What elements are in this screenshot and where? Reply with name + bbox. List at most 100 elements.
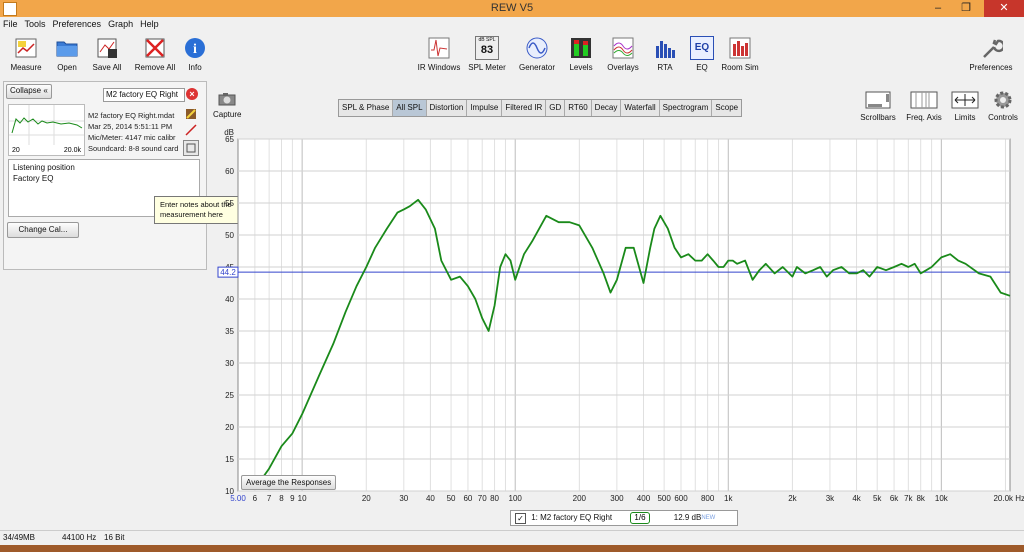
y-tick-label: 45 [225, 263, 234, 272]
scrollbars-button[interactable]: Scrollbars [858, 91, 898, 122]
freq-axis-icon [910, 91, 938, 109]
tab-scope[interactable]: Scope [712, 100, 741, 116]
average-responses-button[interactable]: Average the Responses [241, 475, 337, 490]
save-all-button[interactable]: Save All [90, 36, 124, 72]
levels-button[interactable]: Levels [566, 36, 596, 72]
folder-icon [55, 36, 79, 60]
ir-windows-button[interactable]: IR Windows [416, 36, 462, 72]
controls-label: Controls [988, 113, 1018, 122]
gear-icon [994, 91, 1012, 109]
change-cal-button[interactable]: Change Cal... [7, 222, 79, 238]
graph-tabs: SPL & Phase All SPL Distortion Impulse F… [338, 99, 743, 117]
menu-help[interactable]: Help [137, 17, 163, 29]
menu-file[interactable]: File [0, 17, 22, 29]
remove-icon [143, 36, 167, 60]
save-all-label: Save All [92, 63, 122, 72]
tab-distortion[interactable]: Distortion [427, 100, 468, 116]
tab-rt60[interactable]: RT60 [565, 100, 592, 116]
tab-decay[interactable]: Decay [592, 100, 622, 116]
tab-impulse[interactable]: Impulse [467, 100, 503, 116]
limits-button[interactable]: Limits [950, 91, 980, 122]
remove-measurement-icon[interactable]: × [186, 88, 198, 100]
capture-button[interactable]: Capture [213, 92, 241, 119]
controls-button[interactable]: Controls [986, 91, 1020, 122]
tab-waterfall[interactable]: Waterfall [621, 100, 660, 116]
tab-all-spl[interactable]: All SPL [393, 100, 427, 116]
open-label: Open [57, 63, 77, 72]
camera-icon [218, 92, 236, 106]
rta-label: RTA [657, 63, 673, 72]
scrollbars-label: Scrollbars [860, 113, 896, 122]
close-button[interactable]: ✕ [984, 0, 1024, 17]
thumbnail-max-label: 20.0k [64, 147, 82, 154]
measurement-mic: Mic/Meter: 4147 mic calibr [88, 133, 176, 142]
restore-button[interactable]: ❐ [952, 0, 980, 17]
y-tick-label: 10 [225, 487, 234, 496]
measure-button[interactable]: Measure [8, 36, 44, 72]
x-tick-label: 10 [298, 494, 307, 503]
line-style-icon[interactable] [185, 124, 197, 136]
preferences-label: Preferences [969, 63, 1013, 72]
legend-checkbox[interactable]: ✓ [515, 513, 526, 524]
freq-axis-button[interactable]: Freq. Axis [903, 91, 945, 122]
levels-label: Levels [569, 63, 593, 72]
tab-filtered-ir[interactable]: Filtered IR [502, 100, 547, 116]
x-tick-label: 4k [852, 494, 861, 503]
menu-bar: File Tools Preferences Graph Help [0, 17, 1024, 32]
x-tick-label: 50 [447, 494, 456, 503]
x-tick-label: 6k [890, 494, 899, 503]
x-tick-label: 20.0k Hz [993, 494, 1024, 503]
save-icon [95, 36, 119, 60]
eq-icon: EQ [690, 36, 714, 60]
y-tick-label: 20 [225, 423, 234, 432]
memory-status: 34/49MB [3, 533, 36, 542]
info-button[interactable]: i Info [183, 36, 207, 72]
menu-tools[interactable]: Tools [22, 17, 50, 29]
menu-preferences[interactable]: Preferences [50, 17, 106, 29]
rta-icon [653, 36, 677, 60]
remove-all-button[interactable]: Remove All [133, 36, 177, 72]
generator-button[interactable]: Generator [517, 36, 557, 72]
scrollbars-icon [865, 91, 891, 109]
y-tick-label: 35 [225, 327, 234, 336]
legend-name: 1: M2 factory EQ Right [531, 513, 613, 522]
spl-meter-label: SPL Meter [468, 63, 506, 72]
x-tick-label: 600 [674, 494, 688, 503]
measurement-soundcard: Soundcard: 8-8 sound card [88, 144, 179, 153]
y-axis-label: dB [224, 128, 234, 137]
minimize-button[interactable]: – [924, 0, 952, 17]
x-tick-label: 500 [657, 494, 671, 503]
measurement-info-icon[interactable] [183, 140, 199, 156]
preferences-button[interactable]: Preferences [966, 36, 1016, 72]
open-button[interactable]: Open [52, 36, 82, 72]
room-sim-button[interactable]: Room Sim [720, 36, 760, 72]
collapse-label: Collapse [10, 86, 42, 95]
color-picker-icon[interactable] [185, 108, 197, 120]
overlays-button[interactable]: Overlays [604, 36, 642, 72]
tab-spectrogram[interactable]: Spectrogram [660, 100, 713, 116]
x-tick-label: 200 [573, 494, 587, 503]
measurement-file: M2 factory EQ Right.mdat [88, 111, 175, 120]
legend-new-badge: NEW [701, 515, 716, 521]
x-tick-label: 60 [463, 494, 472, 503]
taskbar [0, 545, 1024, 552]
tab-gd[interactable]: GD [546, 100, 566, 116]
spl-meter-button[interactable]: dB SPL 83 SPL Meter [466, 36, 508, 72]
collapse-button[interactable]: Collapse « [6, 84, 52, 99]
overlays-label: Overlays [607, 63, 639, 72]
notes-line-1: Listening position [13, 163, 75, 172]
measure-icon [14, 36, 38, 60]
info-label: Info [188, 63, 202, 72]
rta-button[interactable]: RTA [652, 36, 678, 72]
measurement-name-field[interactable]: M2 factory EQ Right [103, 88, 185, 102]
measurement-thumbnail[interactable]: 20 20.0k [8, 104, 85, 156]
measurement-panel: Collapse « M2 factory EQ Right × 20 20.0… [3, 81, 207, 270]
x-tick-label: 7k [904, 494, 913, 503]
eq-button[interactable]: EQ EQ [690, 36, 714, 72]
menu-graph[interactable]: Graph [105, 17, 137, 29]
x-tick-label: 5.00 [230, 494, 246, 503]
x-tick-label: 9 [290, 494, 295, 503]
title-bar: REW V5 – ❐ ✕ [0, 0, 1024, 17]
legend-smoothing[interactable]: 1/6 [630, 512, 650, 524]
tab-spl-phase[interactable]: SPL & Phase [339, 100, 394, 116]
